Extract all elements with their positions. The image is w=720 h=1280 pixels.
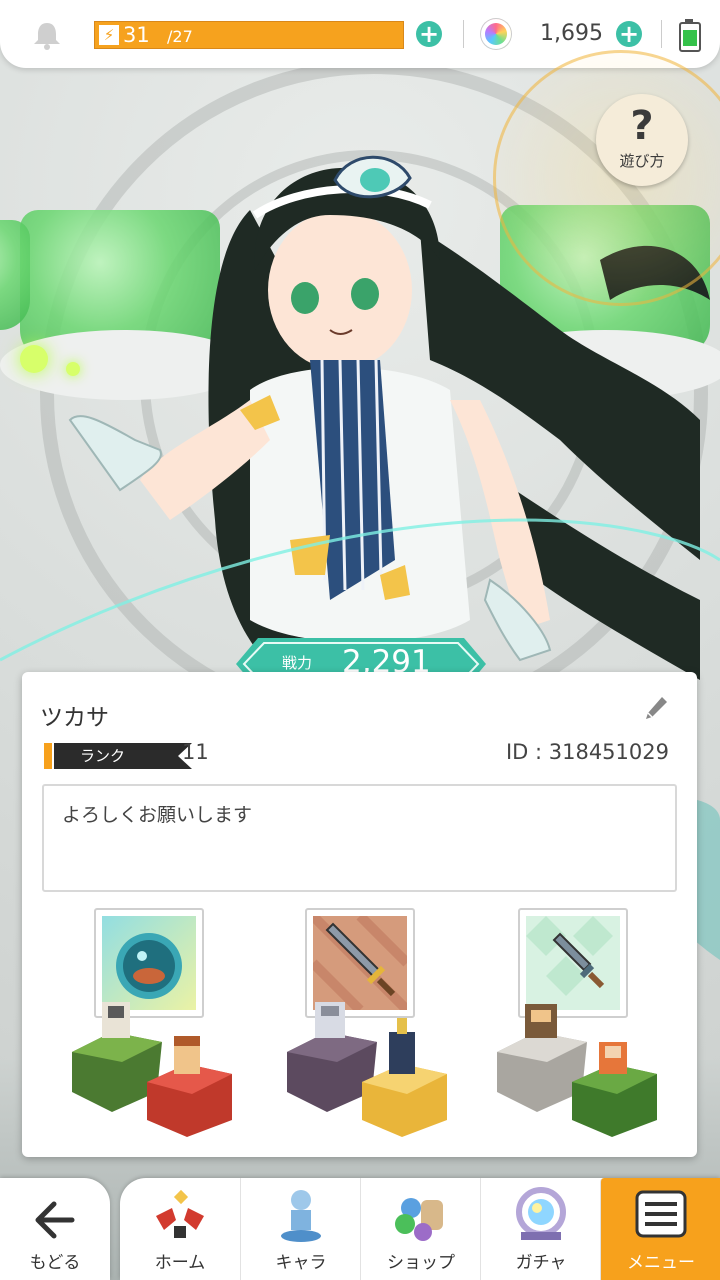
lightning-icon: ⚡ bbox=[99, 25, 119, 45]
party-group-1[interactable] bbox=[62, 1002, 262, 1142]
tab-home[interactable]: ホーム bbox=[120, 1178, 240, 1280]
tab-bar: ホーム キャラ ショップ ガチャ メニュー bbox=[120, 1178, 720, 1280]
arrow-left-icon bbox=[35, 1201, 75, 1239]
power-label: 戦力 bbox=[282, 654, 313, 672]
back-label: もどる bbox=[29, 1253, 81, 1273]
stamina-bar: ⚡ 31 /27 bbox=[94, 21, 404, 49]
divider bbox=[661, 20, 662, 48]
divider bbox=[463, 20, 464, 48]
comment-text: よろしくお願いします bbox=[62, 804, 253, 826]
help-label: 遊び方 bbox=[619, 152, 665, 170]
stamina-max: /27 bbox=[167, 27, 193, 46]
add-stamina-button[interactable]: + bbox=[416, 21, 442, 47]
player-id: ID : 318451029 bbox=[505, 740, 669, 764]
question-mark-icon: ? bbox=[630, 103, 654, 149]
tab-home-label: ホーム bbox=[154, 1253, 206, 1273]
rank-value: 11 bbox=[182, 740, 209, 764]
stamina-current: 31 bbox=[123, 23, 150, 47]
tab-gacha-label: ガチャ bbox=[515, 1253, 567, 1273]
tab-shop[interactable]: ショップ bbox=[360, 1178, 481, 1280]
player-name: ツカサ bbox=[40, 705, 109, 731]
tab-character[interactable]: キャラ bbox=[240, 1178, 361, 1280]
comment-box: よろしくお願いします bbox=[42, 784, 677, 892]
bell-icon[interactable] bbox=[30, 20, 64, 50]
orb-item-icon bbox=[102, 916, 196, 1010]
rank-label: ランク bbox=[80, 747, 126, 765]
menu-icon bbox=[635, 1190, 687, 1238]
edit-pen-icon[interactable] bbox=[640, 694, 670, 724]
tab-character-label: キャラ bbox=[275, 1253, 327, 1273]
dagger-item-icon bbox=[526, 916, 620, 1010]
party-group-3[interactable] bbox=[487, 1002, 687, 1142]
sword-item-icon bbox=[313, 916, 407, 1010]
gem-icon bbox=[481, 19, 511, 49]
tab-shop-label: ショップ bbox=[387, 1253, 455, 1273]
tab-menu-label: メニュー bbox=[627, 1253, 695, 1273]
shop-icon bbox=[395, 1198, 443, 1241]
help-button[interactable]: ? 遊び方 bbox=[596, 94, 688, 186]
party-group-2[interactable] bbox=[277, 1002, 477, 1142]
tab-menu[interactable]: メニュー bbox=[600, 1178, 720, 1280]
back-button[interactable]: もどる bbox=[0, 1178, 110, 1280]
tab-gacha[interactable]: ガチャ bbox=[480, 1178, 601, 1280]
gacha-icon bbox=[516, 1187, 566, 1240]
home-icon bbox=[156, 1189, 204, 1238]
battery-icon bbox=[679, 19, 701, 52]
character-icon bbox=[281, 1190, 321, 1242]
profile-card: ツカサ ランク 11 ID : 318451029 よろしくお願いします bbox=[22, 672, 697, 1157]
gem-count: 1,695 bbox=[540, 21, 603, 46]
add-gems-button[interactable]: + bbox=[616, 21, 642, 47]
